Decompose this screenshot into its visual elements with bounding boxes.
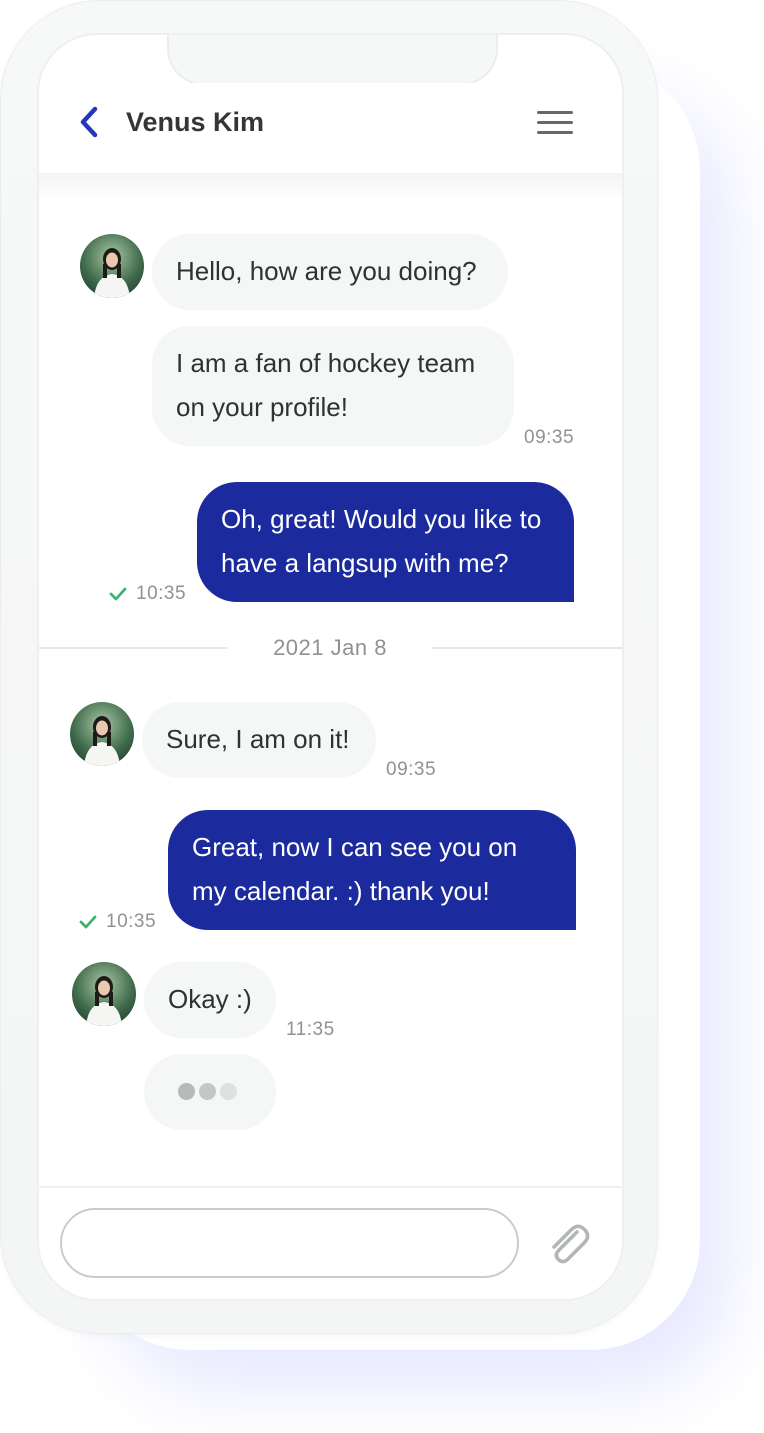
date-divider-line (432, 647, 622, 649)
message-bubble-incoming: Hello, how are you doing? (152, 234, 508, 310)
chat-screen: Venus Kim Hello, how are you doing? I am… (39, 35, 622, 1299)
typing-dot (220, 1083, 237, 1100)
paperclip-icon[interactable] (542, 1218, 592, 1268)
phone-notch (167, 35, 498, 85)
typing-indicator (144, 1054, 276, 1130)
date-divider: 2021 Jan 8 (273, 635, 387, 660)
message-time: 09:35 (524, 427, 575, 448)
message-bubble-incoming: Sure, I am on it! (142, 702, 376, 778)
message-time: 10:35 (136, 583, 187, 604)
message-composer (39, 1186, 622, 1299)
message-bubble-incoming: Okay :) (144, 962, 276, 1038)
typing-dot (178, 1083, 195, 1100)
avatar-photo (70, 702, 134, 766)
avatar-photo (72, 962, 136, 1026)
delivered-check-icon (79, 915, 97, 929)
avatar-photo (80, 234, 144, 298)
date-divider-line (39, 647, 227, 649)
typing-dot (199, 1083, 216, 1100)
avatar[interactable] (80, 234, 144, 298)
page: Venus Kim Hello, how are you doing? I am… (0, 0, 764, 1433)
message-time: 11:35 (286, 1019, 335, 1040)
message-time: 09:35 (386, 759, 437, 780)
delivered-check-icon (109, 587, 127, 601)
chat-header: Venus Kim (39, 83, 622, 175)
avatar[interactable] (70, 702, 134, 766)
hamburger-menu-icon[interactable] (537, 109, 575, 137)
avatar[interactable] (72, 962, 136, 1026)
contact-name: Venus Kim (126, 107, 265, 137)
message-input[interactable] (60, 1208, 519, 1278)
message-bubble-outgoing: Oh, great! Would you like to have a lang… (197, 482, 574, 602)
message-bubble-incoming: I am a fan of hockey team on your profil… (152, 326, 514, 446)
message-time: 10:35 (106, 911, 157, 932)
chevron-left-icon[interactable] (77, 105, 103, 139)
header-divider (39, 173, 622, 203)
message-bubble-outgoing: Great, now I can see you on my calendar.… (168, 810, 576, 930)
